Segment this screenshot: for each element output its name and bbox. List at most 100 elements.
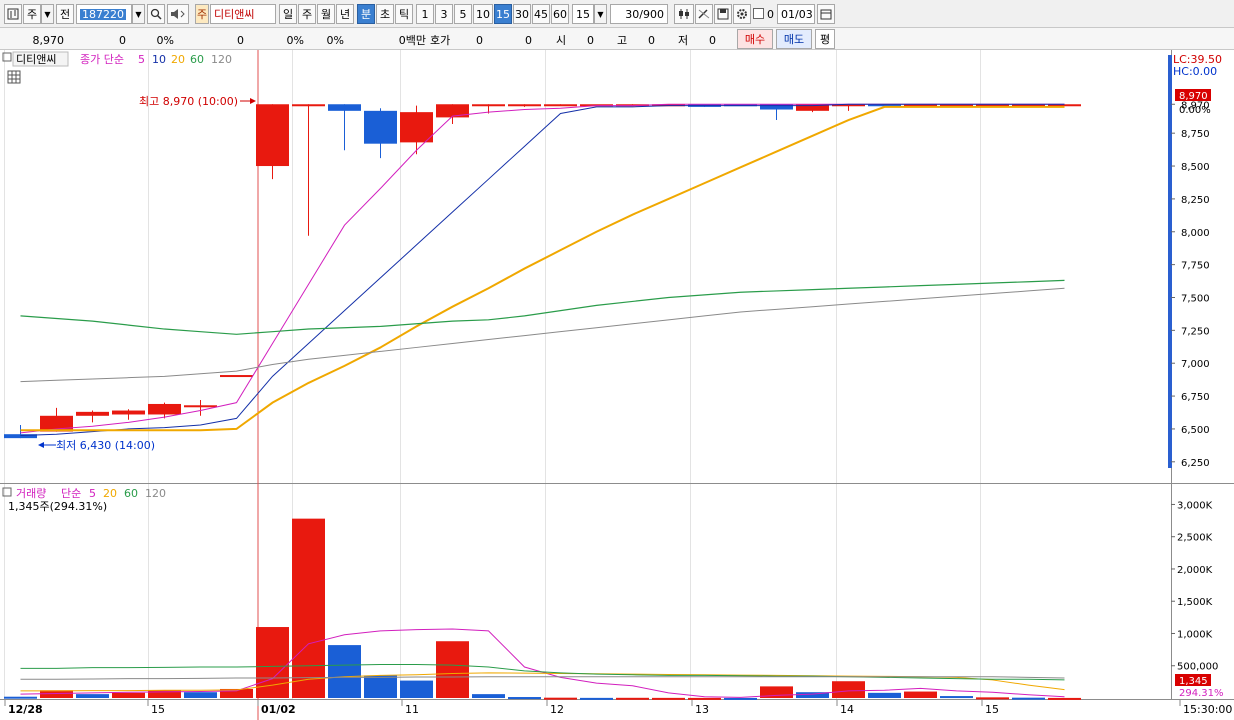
save-glyph: [717, 8, 729, 20]
time-tick-label: 15: [985, 703, 999, 716]
volume-bar: [472, 694, 505, 698]
stock-chart[interactable]: 8,970 8,750 8,500 8,250 8,000 7,750 7,500 7,250…: [0, 50, 1234, 720]
volume-bar: [580, 697, 613, 700]
candle-body: [220, 375, 253, 378]
candle-body: [472, 104, 505, 107]
period-month-button[interactable]: 월: [317, 4, 335, 24]
ratio-pct: 0%: [326, 33, 344, 47]
tools-icon[interactable]: [695, 4, 713, 24]
price-tick-label: 6,750: [1181, 392, 1210, 403]
stock-name-field[interactable]: 디티앤씨: [210, 4, 276, 24]
table-icon[interactable]: [7, 70, 21, 84]
period-minute-button[interactable]: 분: [357, 4, 375, 24]
volume-bar: [868, 692, 901, 698]
time-tick-label: 12/28: [8, 703, 43, 716]
current-price-marker-text: 8,970: [1179, 91, 1208, 102]
stock-tag-badge: 주: [195, 4, 209, 24]
buy-button[interactable]: 매수: [737, 29, 773, 49]
candle-body: [400, 112, 433, 143]
volume-bar: [112, 692, 145, 698]
sell-button[interactable]: 매도: [776, 29, 812, 49]
hoga-value-1: 0: [476, 33, 483, 47]
current-pct-label: 0.00%: [1179, 105, 1211, 116]
time-tick-label: 12: [550, 703, 564, 716]
ma5-label: 5: [138, 53, 145, 66]
count-input[interactable]: 30/900: [610, 4, 668, 24]
minute-60-button[interactable]: 60: [551, 4, 569, 24]
time-tick-label: 13: [695, 703, 709, 716]
volume-tick-label: 500,000: [1177, 662, 1218, 673]
period-tick-button[interactable]: 틱: [395, 4, 413, 24]
minute-10-button[interactable]: 10: [473, 4, 493, 24]
high-label: 고: [617, 34, 628, 47]
prev-button[interactable]: 전: [56, 4, 74, 24]
calendar-icon[interactable]: [817, 4, 835, 24]
gear-glyph: [737, 9, 747, 19]
volume-ma120-label: 120: [145, 487, 166, 500]
period-year-button[interactable]: 년: [336, 4, 354, 24]
stock-code-dropdown-icon[interactable]: ▼: [132, 4, 145, 24]
candle-body: [760, 104, 793, 110]
minute-45-button[interactable]: 45: [532, 4, 550, 24]
candle-body: [76, 411, 109, 416]
volume-bar: [904, 691, 937, 698]
hoga-value-2: 0: [525, 33, 532, 47]
time-tick-label: 01/02: [261, 703, 296, 716]
chart-type-icon[interactable]: [4, 4, 22, 24]
period-second-button[interactable]: 초: [376, 4, 394, 24]
period-week-button[interactable]: 주: [298, 4, 316, 24]
current-price: 8,970: [32, 33, 65, 47]
time-tick-label: 15:30:00: [1183, 703, 1232, 716]
volume-ma5-label: 5: [89, 487, 96, 500]
volume-ma60-label: 60: [124, 487, 138, 500]
candle-body: [112, 410, 145, 415]
volume-bar: [1048, 697, 1081, 700]
low-value: 0: [709, 33, 716, 47]
volume-bar: [76, 694, 109, 698]
price-tick-label: 8,750: [1181, 129, 1210, 140]
stock-code-input[interactable]: 187220: [76, 4, 132, 24]
chart-background: [0, 50, 1234, 720]
minute-30-button[interactable]: 30: [513, 4, 531, 24]
volume-bar: [832, 681, 865, 698]
candle-body: [292, 104, 325, 107]
volume-ma20-label: 20: [103, 487, 117, 500]
minute-select[interactable]: 15: [572, 4, 594, 24]
save-icon[interactable]: [714, 4, 732, 24]
candle-settings-icon[interactable]: [674, 4, 694, 24]
minute-1-button[interactable]: 1: [416, 4, 434, 24]
price-tick-label: 6,500: [1181, 425, 1210, 436]
price-change: 0: [119, 33, 126, 47]
volume-ma-label: 단순: [61, 487, 81, 500]
volume-pct: 0%: [286, 33, 304, 47]
tools-glyph: [698, 9, 710, 19]
volume-bar: [652, 697, 685, 700]
market-dropdown-icon[interactable]: ▼: [41, 4, 54, 24]
time-tick-label: 11: [405, 703, 419, 716]
date-checkbox[interactable]: [753, 8, 764, 19]
avg-button[interactable]: 평: [815, 29, 835, 49]
candle-body: [544, 104, 577, 107]
speaker-icon[interactable]: [167, 4, 189, 24]
minute-15-button[interactable]: 15: [494, 4, 512, 24]
minute-3-button[interactable]: 3: [435, 4, 453, 24]
candle-body: [256, 104, 289, 167]
price-tick-label: 7,750: [1181, 261, 1210, 272]
candle-body: [436, 104, 469, 118]
period-day-button[interactable]: 일: [279, 4, 297, 24]
price-tick-label: 8,000: [1181, 228, 1210, 239]
chart-toolbar: 주 ▼ 전 187220 ▼ 주 디티앤씨 일 주 월 년 분 초 틱 1 3 …: [0, 0, 1234, 28]
ma-label: 종가 단순: [80, 53, 124, 66]
search-icon[interactable]: [147, 4, 165, 24]
high-value: 0: [648, 33, 655, 47]
gear-icon[interactable]: [733, 4, 751, 24]
minute-dropdown-icon[interactable]: ▼: [594, 4, 607, 24]
price-tick-label: 7,000: [1181, 359, 1210, 370]
market-select[interactable]: 주: [23, 4, 41, 24]
minute-5-button[interactable]: 5: [454, 4, 472, 24]
price-change-pct: 0%: [156, 33, 174, 47]
date-input[interactable]: 01/03: [777, 4, 815, 24]
volume-bar: [1012, 697, 1045, 700]
volume-bar: [256, 627, 289, 698]
ma20-label: 20: [171, 53, 185, 66]
